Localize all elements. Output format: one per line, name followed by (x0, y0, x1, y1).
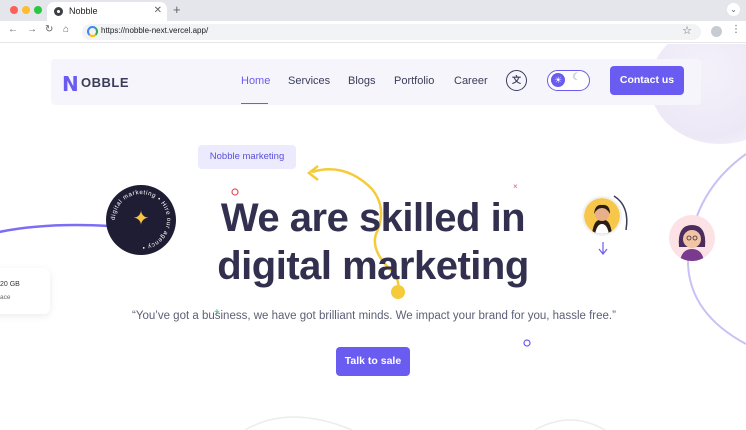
avatar-woman-illustration (584, 198, 620, 234)
rotating-badge: digital marketing • Hire our agency • ✦ (106, 185, 176, 255)
address-bar[interactable]: https://nobble-next.vercel.app/ ☆ (82, 24, 701, 40)
sparkle-icon: ✦ (132, 208, 150, 230)
active-nav-underline (241, 103, 268, 104)
favicon-icon (54, 7, 63, 16)
browser-tab[interactable]: Nobble ✕ (47, 2, 167, 21)
tab-search-icon[interactable]: ⌄ (727, 3, 740, 16)
minimize-window-button[interactable] (22, 6, 30, 14)
bookmark-star-icon[interactable]: ☆ (682, 24, 692, 37)
browser-window: Nobble ✕ + ⌄ ← → ↻ ⌂ https://nobble-next… (0, 0, 746, 430)
nav-item-career[interactable]: Career (454, 75, 488, 87)
squiggle-arrowhead (306, 165, 319, 181)
google-icon (87, 26, 98, 37)
avatar-woman (582, 196, 622, 236)
close-window-button[interactable] (10, 6, 18, 14)
nobble-logo-icon[interactable]: N (62, 72, 79, 96)
nobble-logo-text[interactable]: OBBLE (81, 75, 129, 90)
back-icon[interactable]: ← (8, 24, 18, 35)
headline-line-1: We are skilled in (220, 196, 526, 240)
pink-cross-decoration: × (513, 182, 518, 191)
avatar-girl (669, 215, 715, 261)
storage-card-value: 20 GB (0, 281, 20, 288)
talk-to-sale-button[interactable]: Talk to sale (336, 347, 410, 376)
theme-toggle[interactable]: ☀ ☾ (547, 70, 590, 91)
storage-card-label: ace (0, 294, 11, 301)
profile-avatar[interactable] (711, 26, 722, 37)
site-navbar: N OBBLE Home Services Blogs Portfolio Ca… (51, 59, 701, 105)
web-page: × + N OBBLE Home Services Blogs Portfoli… (0, 44, 746, 430)
purple-ring-decoration (523, 339, 531, 347)
down-arrow-icon (598, 242, 608, 255)
tab-strip: Nobble ✕ + ⌄ (0, 0, 746, 21)
translate-icon[interactable]: 文 (506, 70, 527, 91)
headline-line-2: digital marketing (217, 244, 529, 288)
sun-icon: ☀ (551, 73, 565, 87)
left-arc-line (0, 223, 111, 234)
browser-toolbar: ← → ↻ ⌂ https://nobble-next.vercel.app/ … (0, 21, 746, 43)
nav-item-portfolio[interactable]: Portfolio (394, 75, 434, 87)
url-text[interactable]: https://nobble-next.vercel.app/ (101, 26, 208, 35)
bottom-arc-left (244, 416, 353, 430)
nav-item-blogs[interactable]: Blogs (348, 75, 376, 87)
reload-icon[interactable]: ↻ (45, 24, 53, 35)
moon-icon: ☾ (572, 72, 581, 83)
forward-icon[interactable]: → (27, 24, 37, 35)
contact-us-button[interactable]: Contact us (610, 66, 684, 95)
bottom-arc-right (534, 419, 606, 430)
storage-card: 20 GB ace (0, 268, 50, 314)
hero-subtext: “You’ve got a business, we have got bril… (132, 310, 616, 322)
nav-item-home[interactable]: Home (241, 75, 270, 87)
hero-headline: We are skilled in digital marketing (195, 194, 551, 290)
new-tab-icon[interactable]: + (173, 2, 181, 17)
close-tab-icon[interactable]: ✕ (154, 5, 162, 16)
maximize-window-button[interactable] (34, 6, 42, 14)
avatar-girl-illustration (678, 225, 706, 261)
tab-title: Nobble (69, 6, 98, 16)
hero-pill-label: Nobble marketing (198, 145, 296, 169)
nav-item-services[interactable]: Services (288, 75, 330, 87)
home-icon[interactable]: ⌂ (63, 24, 69, 35)
more-menu-icon[interactable]: ⋮ (731, 24, 741, 35)
